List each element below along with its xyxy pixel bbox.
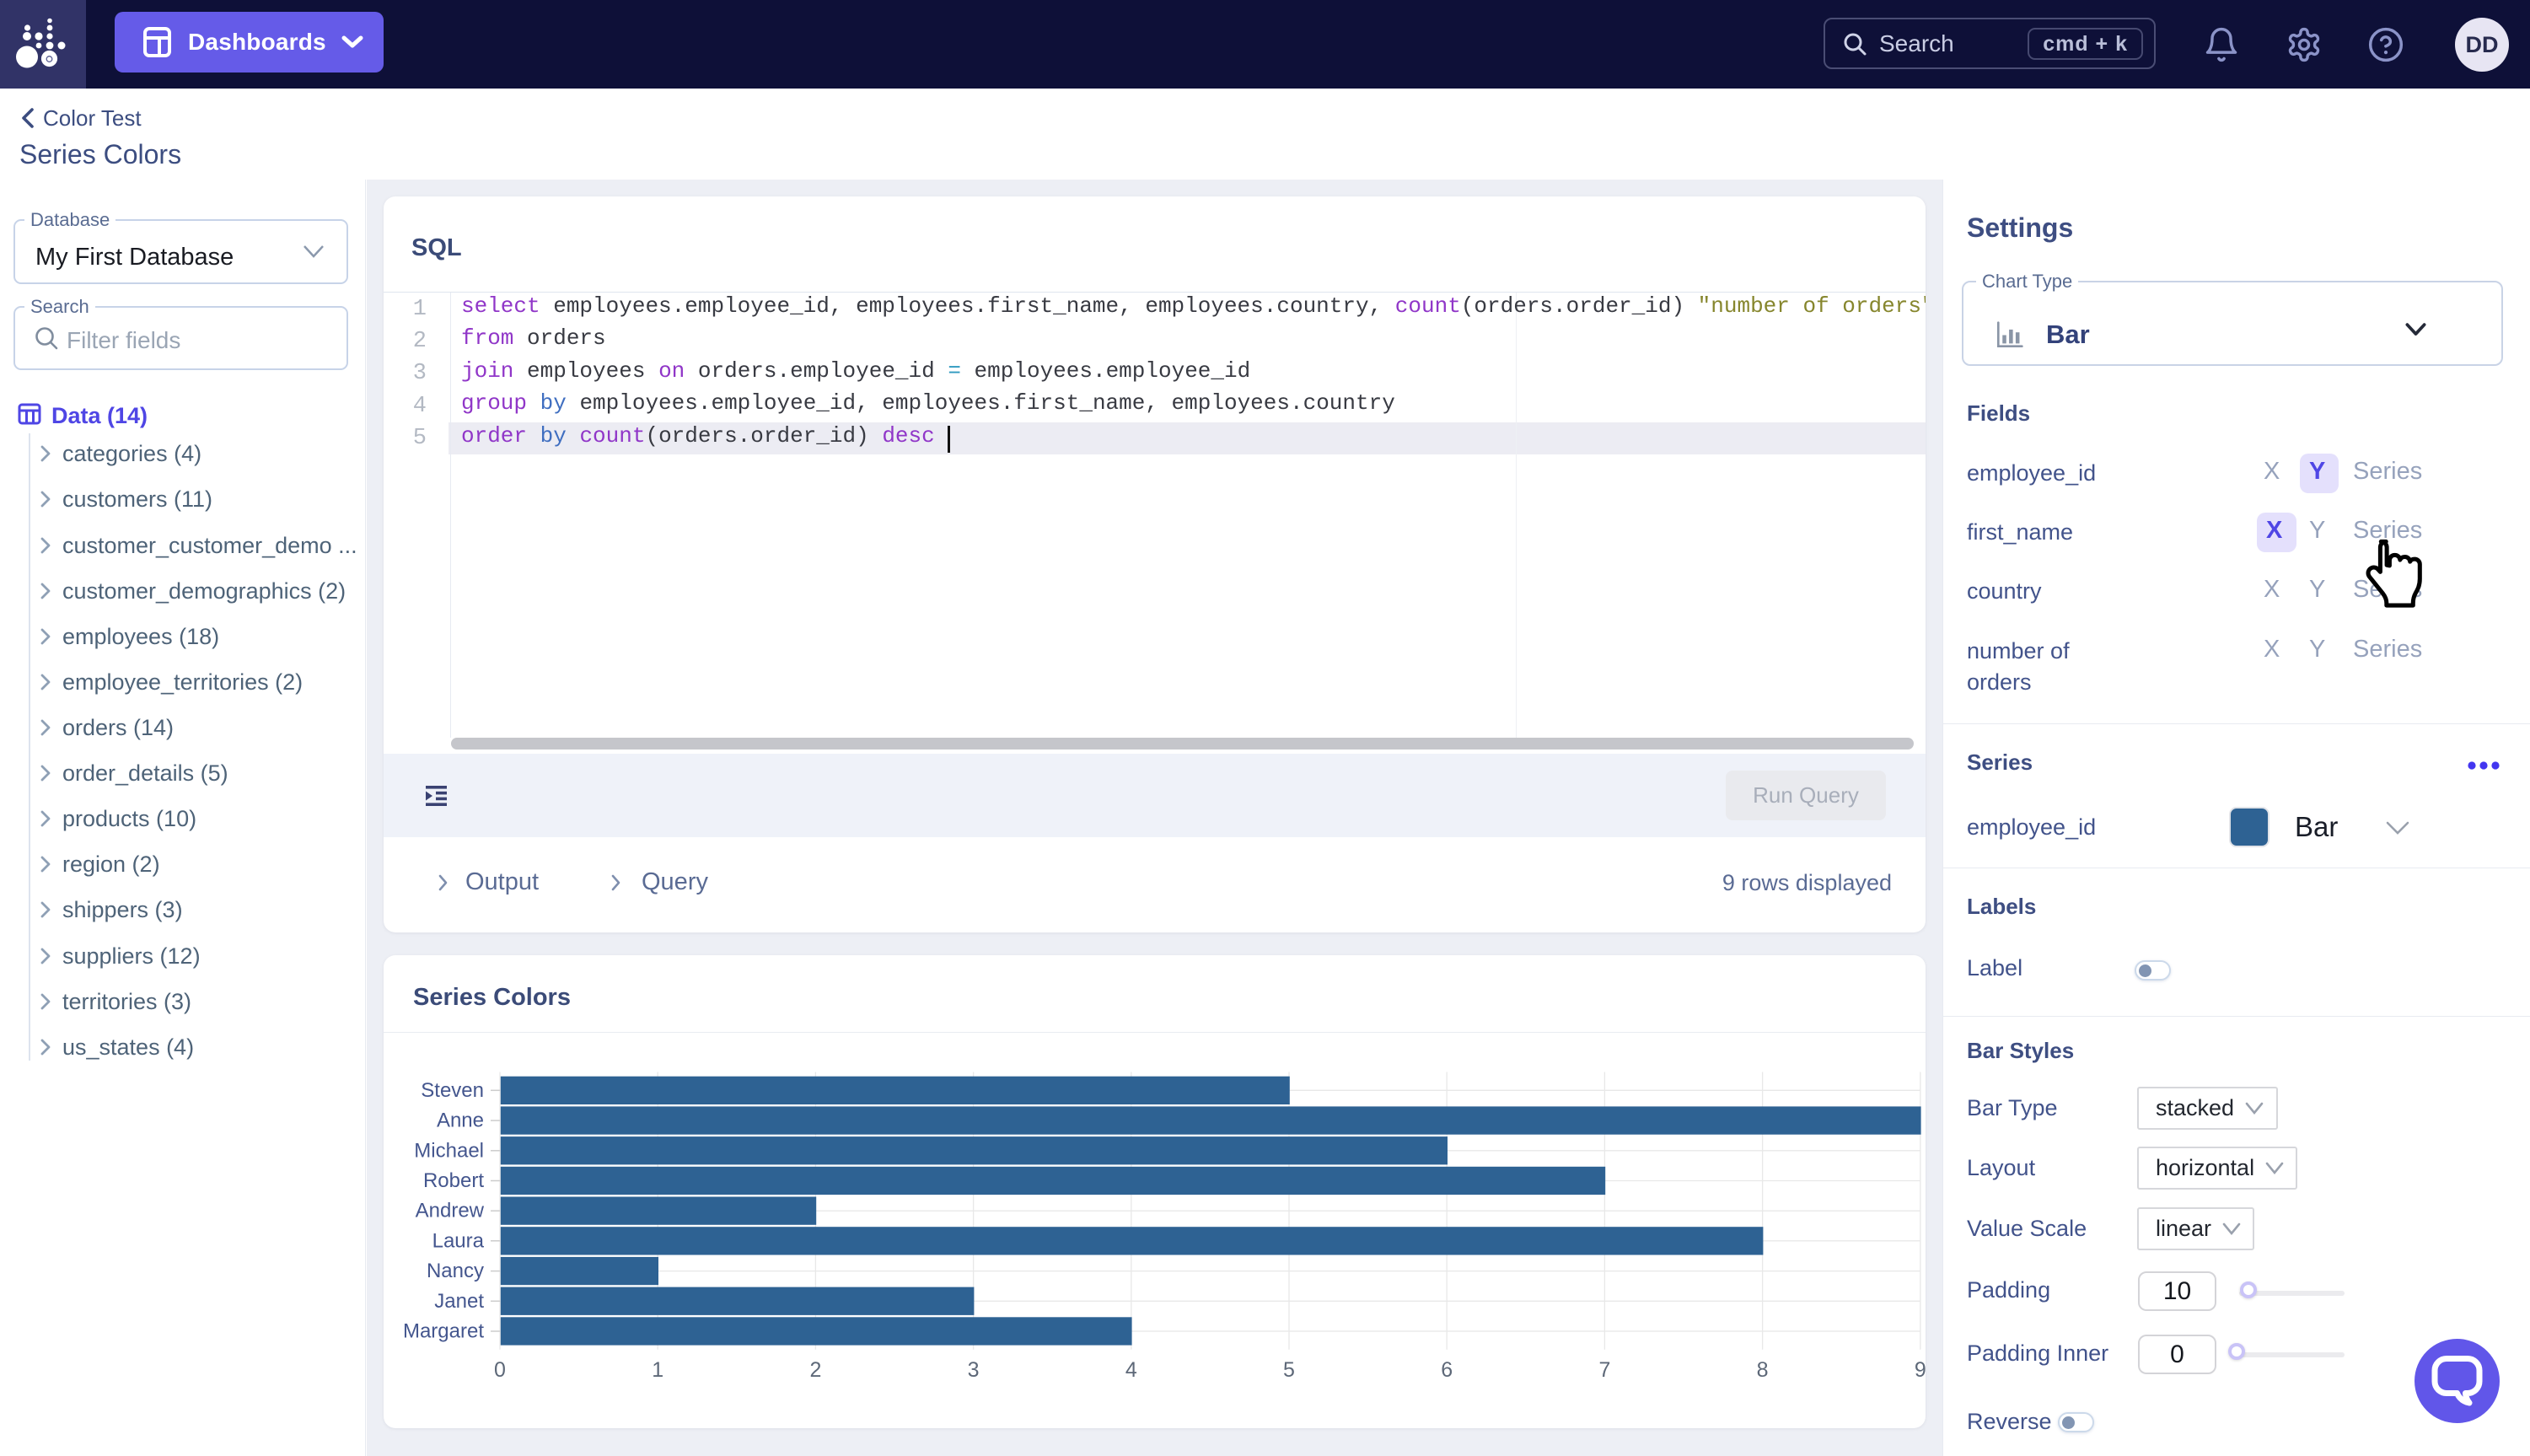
svg-text:Michael: Michael [414, 1139, 484, 1162]
svg-text:5: 5 [1283, 1358, 1295, 1382]
svg-text:Andrew: Andrew [416, 1200, 485, 1222]
svg-text:Janet: Janet [434, 1290, 484, 1313]
svg-text:Nancy: Nancy [427, 1260, 484, 1282]
svg-text:0: 0 [494, 1358, 506, 1382]
svg-text:4: 4 [1125, 1358, 1137, 1382]
svg-text:3: 3 [968, 1358, 980, 1382]
svg-text:8: 8 [1757, 1358, 1769, 1382]
svg-text:Steven: Steven [421, 1079, 484, 1102]
svg-text:Laura: Laura [432, 1229, 485, 1252]
svg-text:Anne: Anne [437, 1109, 484, 1132]
svg-text:1: 1 [652, 1358, 663, 1382]
svg-text:Robert: Robert [423, 1169, 484, 1192]
svg-text:Margaret: Margaret [403, 1320, 484, 1343]
svg-text:9: 9 [1915, 1358, 1926, 1382]
svg-text:2: 2 [809, 1358, 821, 1382]
svg-text:7: 7 [1598, 1358, 1610, 1382]
svg-text:6: 6 [1441, 1358, 1453, 1382]
